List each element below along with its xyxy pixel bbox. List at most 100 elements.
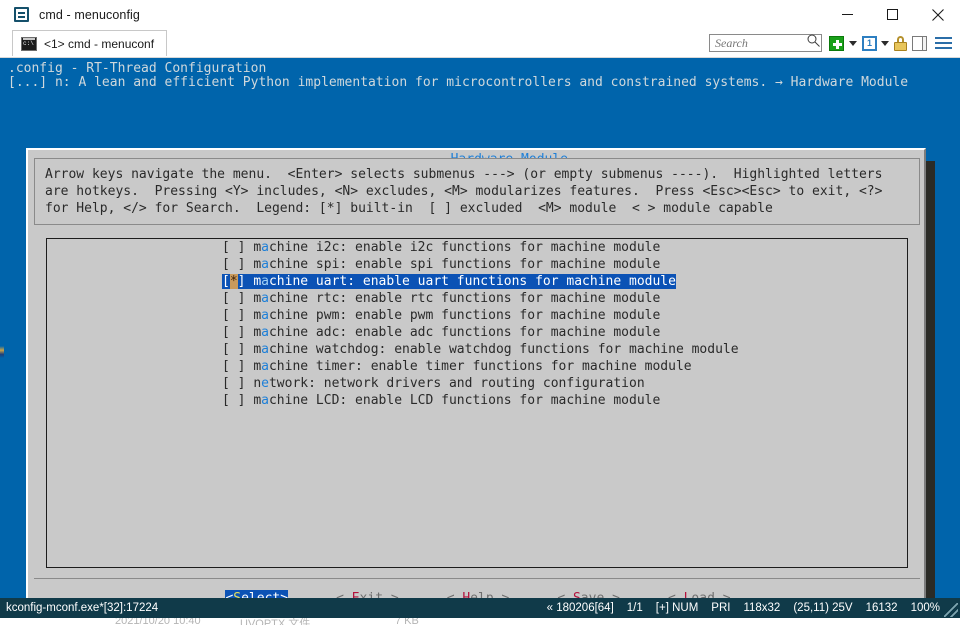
checkbox-bracket-right: ] xyxy=(237,274,254,289)
button-hotkey: S xyxy=(573,591,581,598)
menu-item-label: chine pwm: enable pwm functions for mach… xyxy=(268,308,661,323)
menu-item-hotkey: a xyxy=(261,325,269,340)
menu-list[interactable]: [ ] machine i2c: enable i2c functions fo… xyxy=(46,238,908,568)
menu-item-label: chine spi: enable spi functions for mach… xyxy=(268,257,661,272)
button-bracket-left: < xyxy=(557,591,573,598)
button-bracket-left: < xyxy=(668,591,684,598)
hamburger-menu-icon[interactable] xyxy=(935,36,952,50)
button-hotkey: H xyxy=(462,591,470,598)
checkbox-state[interactable]: [ ] xyxy=(222,393,253,408)
checkbox-state[interactable]: [ ] xyxy=(222,308,253,323)
search-box[interactable] xyxy=(709,34,822,52)
status-item: 118x32 xyxy=(743,602,781,614)
console-icon xyxy=(21,36,37,51)
menu-item-hotkey: e xyxy=(261,376,269,391)
checkbox-state[interactable]: * xyxy=(229,274,238,289)
button-separator xyxy=(34,578,920,579)
menu-item-label-pre: m xyxy=(253,393,262,408)
menu-item-hotkey: a xyxy=(261,393,269,408)
tab-cmd-menuconf[interactable]: <1> cmd - menuconf xyxy=(12,30,168,56)
menu-item-label-pre: n xyxy=(253,376,262,391)
status-item: 16132 xyxy=(865,602,898,614)
dialog-button-help[interactable]: < Help > xyxy=(447,590,510,598)
menu-item[interactable]: [*] machine uart: enable uart functions … xyxy=(47,273,907,290)
menu-item-label: chine rtc: enable rtc functions for mach… xyxy=(268,291,661,306)
split-pane-icon[interactable] xyxy=(912,35,927,51)
checkbox-state[interactable]: [ ] xyxy=(222,291,253,306)
menu-item[interactable]: [ ] machine i2c: enable i2c functions fo… xyxy=(47,239,907,256)
button-label: elect xyxy=(241,591,280,598)
checkbox-bracket-left: [ xyxy=(222,274,230,289)
tab-label: <1> cmd - menuconf xyxy=(44,36,155,51)
search-icon xyxy=(807,34,820,52)
dialog-button-select[interactable]: <Select> xyxy=(225,590,289,598)
checkbox-state[interactable]: [ ] xyxy=(222,257,253,272)
menu-item-label: chine watchdog: enable watchdog function… xyxy=(268,342,739,357)
menu-item-hotkey: a xyxy=(261,274,269,289)
menu-item-label: chine i2c: enable i2c functions for mach… xyxy=(268,240,661,255)
status-item: (25,11) 25V xyxy=(793,602,853,614)
menu-item-label-pre: m xyxy=(253,291,262,306)
menu-item-hotkey: a xyxy=(261,257,269,272)
minimize-button[interactable] xyxy=(825,0,870,29)
terminal-edge-artifact xyxy=(0,346,4,358)
background-window-peek: 2021/10/20 10:40 UVOPTX 文件 7 KB xyxy=(0,618,960,625)
menu-item[interactable]: [ ] network: network drivers and routing… xyxy=(47,375,907,392)
help-line: Arrow keys navigate the menu. <Enter> se… xyxy=(45,167,883,182)
dialog-button-load[interactable]: < Load > xyxy=(668,590,731,598)
menu-item-label: chine adc: enable adc functions for mach… xyxy=(268,325,661,340)
new-session-button[interactable] xyxy=(829,35,844,51)
lock-icon[interactable] xyxy=(894,35,907,51)
menu-item[interactable]: [ ] machine rtc: enable rtc functions fo… xyxy=(47,290,907,307)
plus-icon xyxy=(829,35,844,51)
menu-item[interactable]: [ ] machine timer: enable timer function… xyxy=(47,358,907,375)
button-bracket-right: > xyxy=(280,591,288,598)
maximize-button[interactable] xyxy=(870,0,915,29)
dialog-button-exit[interactable]: < Exit > xyxy=(336,590,399,598)
menu-item-label: twork: network drivers and routing confi… xyxy=(268,376,645,391)
menu-item-hotkey: a xyxy=(261,291,269,306)
window-titlebar: cmd - menuconfig xyxy=(0,0,960,29)
new-session-caret-icon[interactable] xyxy=(849,40,857,46)
button-label: oad xyxy=(691,591,714,598)
menu-item[interactable]: [ ] machine pwm: enable pwm functions fo… xyxy=(47,307,907,324)
dialog-help-block: Arrow keys navigate the menu. <Enter> se… xyxy=(34,158,920,225)
terminal-header-line-2: [...] n: A lean and efficient Python imp… xyxy=(8,75,909,90)
search-input[interactable] xyxy=(715,35,807,51)
button-bracket-right: > xyxy=(715,591,731,598)
menu-item[interactable]: [ ] machine watchdog: enable watchdog fu… xyxy=(47,341,907,358)
status-item: « 180206[64] xyxy=(546,602,614,614)
status-right-group: « 180206[64] 1/1 [+] NUM PRI 118x32 (25,11) 2… xyxy=(534,602,940,614)
toolbar: 1 xyxy=(709,29,952,57)
status-item: 1/1 xyxy=(626,602,643,614)
help-line: are hotkeys. Pressing <Y> includes, <N> … xyxy=(45,184,883,199)
session-caret-icon[interactable] xyxy=(881,40,889,46)
checkbox-state[interactable]: [ ] xyxy=(222,325,253,340)
menu-item-label-pre: m xyxy=(253,240,262,255)
menu-item-label-pre: m xyxy=(253,325,262,340)
checkbox-state[interactable]: [ ] xyxy=(222,376,253,391)
checkbox-state[interactable]: [ ] xyxy=(222,240,253,255)
menu-item-label-pre: m xyxy=(253,342,262,357)
menu-item-label: chine LCD: enable LCD functions for mach… xyxy=(268,393,661,408)
button-label: xit xyxy=(360,591,383,598)
button-hotkey: S xyxy=(233,591,241,598)
resize-grip-icon[interactable] xyxy=(944,603,958,617)
menu-item-hotkey: a xyxy=(261,359,269,374)
checkbox-state[interactable]: [ ] xyxy=(222,342,253,357)
dialog-button-save[interactable]: < Save > xyxy=(557,590,620,598)
tab-bar: <1> cmd - menuconf 1 xyxy=(0,29,960,58)
menu-item[interactable]: [ ] machine LCD: enable LCD functions fo… xyxy=(47,392,907,409)
close-button[interactable] xyxy=(915,0,960,29)
checkbox-state[interactable]: [ ] xyxy=(222,359,253,374)
menu-item[interactable]: [ ] machine adc: enable adc functions fo… xyxy=(47,324,907,341)
peek-type: UVOPTX 文件 xyxy=(240,618,311,625)
menu-item-hotkey: a xyxy=(261,240,269,255)
menu-item-selection: [*] machine uart: enable uart functions … xyxy=(222,274,676,289)
menu-item-label: chine timer: enable timer functions for … xyxy=(268,359,692,374)
status-item: PRI xyxy=(711,602,731,614)
session-number-icon[interactable]: 1 xyxy=(862,35,877,51)
menu-item[interactable]: [ ] machine spi: enable spi functions fo… xyxy=(47,256,907,273)
status-item: [+] NUM xyxy=(655,602,699,614)
terminal-viewport[interactable]: .config - RT-Thread Configuration [...] … xyxy=(0,58,960,598)
